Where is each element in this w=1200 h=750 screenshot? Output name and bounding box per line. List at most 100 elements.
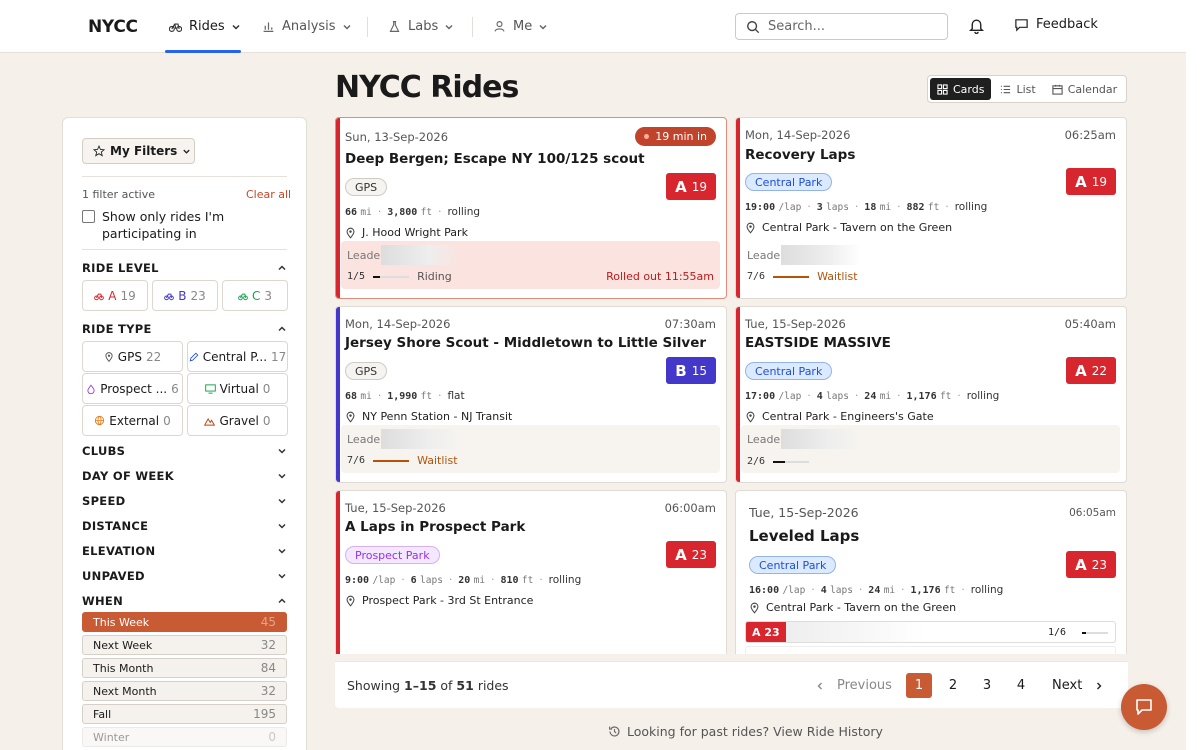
ride-title[interactable]: EASTSIDE MASSIVE [745, 335, 891, 351]
ride-card[interactable]: Tue, 15-Sep-2026 05:40am EASTSIDE MASSIV… [735, 306, 1127, 483]
ride-type-virtual-count: 0 [262, 381, 271, 396]
search-box[interactable] [735, 13, 948, 40]
ride-type-header[interactable]: RIDE TYPE [82, 322, 287, 336]
feedback-button[interactable]: Feedback [1014, 17, 1098, 32]
next-page-button[interactable]: Next [1052, 673, 1104, 698]
ride-title[interactable]: Jersey Shore Scout - Middletown to Littl… [345, 335, 706, 351]
when-next-week[interactable]: Next Week 32 [82, 635, 287, 655]
ride-type-virtual-chip[interactable]: Virtual 0 [187, 373, 288, 404]
when-fall[interactable]: Fall 195 [82, 704, 287, 724]
live-status-badge: 19 min in [635, 127, 716, 146]
notifications-button[interactable] [968, 17, 985, 34]
level-c-chip[interactable]: C 3 [222, 280, 288, 311]
nav-analysis[interactable]: Analysis [262, 0, 352, 53]
ride-type-tag: GPS [345, 362, 388, 380]
level-color-bar [336, 491, 340, 654]
clubs-header[interactable]: CLUBS [82, 444, 287, 458]
nav-rides[interactable]: Rides [169, 0, 241, 53]
map-pin-icon [750, 602, 759, 614]
ride-type-tag: GPS [345, 178, 388, 196]
bicycle-icon [164, 293, 175, 300]
participating-checkbox[interactable] [82, 210, 95, 223]
leader-avatar-blurred [781, 245, 861, 265]
when-count: 32 [260, 684, 276, 698]
level-a-chip[interactable]: A 19 [82, 280, 148, 311]
drop-icon [87, 384, 95, 394]
elevation-title: ELEVATION [82, 544, 156, 558]
day-of-week-header[interactable]: DAY OF WEEK [82, 469, 287, 483]
bicycle-icon [94, 293, 105, 300]
nav-me[interactable]: Me [493, 0, 548, 53]
page-1-button[interactable]: 1 [906, 673, 932, 698]
participating-filter[interactable]: Show only rides I'm participating in [82, 208, 242, 242]
calendar-icon [1052, 84, 1063, 95]
live-status-text: 19 min in [655, 130, 707, 143]
nav-labs[interactable]: Labs [388, 0, 454, 53]
stat-terrain: rolling [548, 574, 582, 586]
elevation-header[interactable]: ELEVATION [82, 544, 287, 558]
level-letter: A [675, 177, 687, 196]
ride-level-header[interactable]: RIDE LEVEL [82, 261, 287, 275]
level-letter: B [675, 361, 687, 380]
scrollbar-track[interactable] [1186, 0, 1200, 750]
ride-type-gravel-label: Gravel [219, 413, 259, 428]
ride-card[interactable]: Mon, 14-Sep-2026 06:25am Recovery Laps C… [735, 117, 1127, 299]
location-text: Prospect Park - 3rd St Entrance [362, 594, 534, 607]
level-color-bar [736, 307, 740, 482]
when-this-month[interactable]: This Month 84 [82, 658, 287, 678]
level-c-label: C [251, 288, 261, 303]
when-label: This Week [93, 615, 150, 629]
when-next-month[interactable]: Next Month 32 [82, 681, 287, 701]
my-filters-button[interactable]: My Filters [82, 138, 195, 164]
ride-title[interactable]: Deep Bergen; Escape NY 100/125 scout [345, 151, 645, 167]
ride-type-prospect-chip[interactable]: Prospect ... 6 [82, 373, 183, 404]
ride-card[interactable]: Mon, 14-Sep-2026 07:30am Jersey Shore Sc… [335, 306, 727, 483]
ride-card[interactable]: Tue, 15-Sep-2026 06:00am A Laps in Prosp… [335, 490, 727, 654]
page-3-button[interactable]: 3 [974, 673, 1000, 698]
ride-title[interactable]: A Laps in Prospect Park [345, 519, 525, 535]
ride-card[interactable]: Sun, 13-Sep-2026 19 min in Deep Bergen; … [335, 117, 727, 299]
clear-all-link[interactable]: Clear all [246, 188, 291, 201]
search-icon [747, 20, 760, 33]
when-header[interactable]: WHEN [82, 594, 287, 608]
brand-logo[interactable]: NYCC [88, 17, 138, 37]
divider [82, 176, 287, 177]
level-b-chip[interactable]: B 23 [152, 280, 218, 311]
distance-title: DISTANCE [82, 519, 149, 533]
view-cards-button[interactable]: Cards [930, 78, 992, 100]
stat-distance: 20 mi [458, 575, 486, 586]
search-input[interactable] [768, 19, 928, 34]
ride-history-link[interactable]: Looking for past rides? View Ride Histor… [608, 724, 883, 739]
ride-history-text: Looking for past rides? View Ride Histor… [627, 724, 883, 739]
ride-title[interactable]: Recovery Laps [745, 147, 855, 163]
ride-type-central-park-chip[interactable]: Central P... 17 [187, 341, 288, 372]
chat-button[interactable] [1121, 684, 1167, 730]
page-2-button[interactable]: 2 [940, 673, 966, 698]
when-count: 32 [260, 638, 276, 652]
speed-header[interactable]: SPEED [82, 494, 287, 508]
ride-type-gps-chip[interactable]: GPS 22 [82, 341, 183, 372]
stat-distance: 24 mi [864, 391, 892, 402]
rider-fill: 2/6 [747, 456, 766, 467]
page-4-button[interactable]: 4 [1008, 673, 1034, 698]
view-calendar-button[interactable]: Calendar [1045, 78, 1124, 100]
level-b-label: B [178, 288, 187, 303]
unpaved-header[interactable]: UNPAVED [82, 569, 287, 583]
ride-card[interactable]: Tue, 15-Sep-2026 06:05am Leveled Laps Ce… [735, 490, 1127, 654]
stat-pace: 17:00 /lap [745, 391, 802, 402]
message-square-icon [1015, 19, 1028, 32]
ride-title[interactable]: Leveled Laps [749, 527, 859, 545]
ride-type-gravel-chip[interactable]: Gravel 0 [187, 405, 288, 436]
distance-header[interactable]: DISTANCE [82, 519, 287, 533]
rider-fill: 7/6 [347, 455, 366, 466]
sub-ride-row[interactable] [745, 646, 1116, 654]
view-list-button[interactable]: List [993, 78, 1042, 100]
ride-type-external-chip[interactable]: External 0 [82, 405, 183, 436]
page-title: NYCC Rides [335, 70, 519, 105]
previous-page-button[interactable]: Previous [815, 673, 892, 698]
when-winter[interactable]: Winter 0 [82, 727, 287, 747]
stat-terrain: rolling [970, 584, 1004, 596]
when-this-week[interactable]: This Week 45 [82, 612, 287, 632]
sub-ride-row[interactable]: A 23 1/6 [745, 621, 1116, 643]
map-pin-icon [346, 595, 355, 607]
